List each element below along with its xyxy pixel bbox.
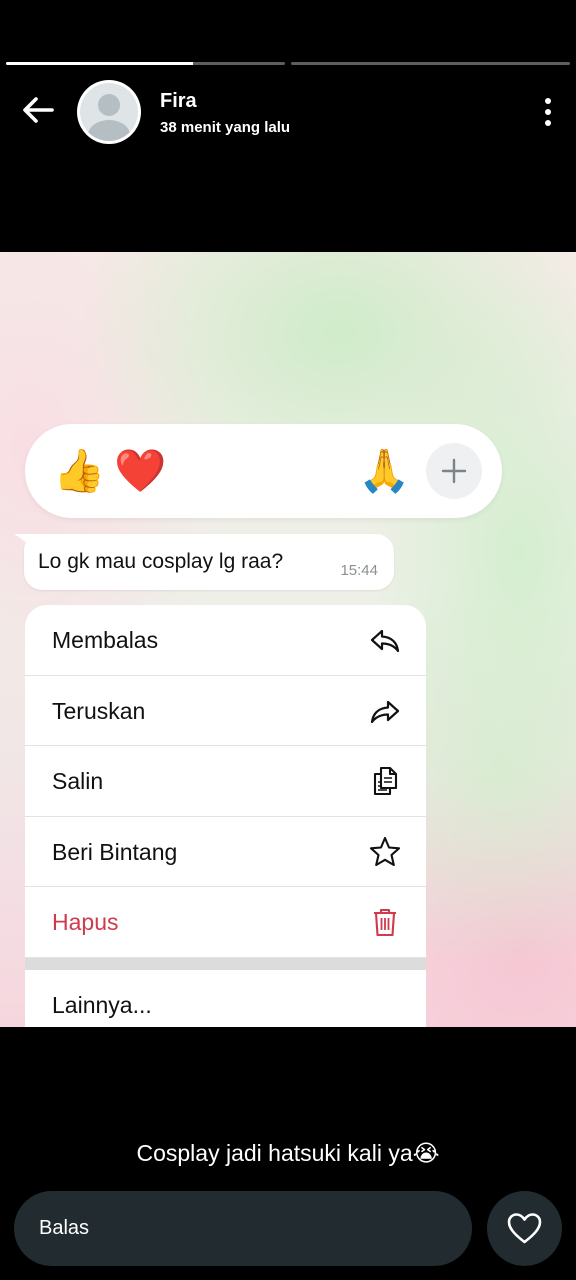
- story-progress: [6, 62, 570, 66]
- default-avatar-icon: [88, 94, 130, 141]
- story-timestamp: 38 menit yang lalu: [160, 119, 291, 136]
- progress-segment-2: [291, 62, 570, 65]
- menu-item-delete[interactable]: Hapus: [25, 887, 426, 958]
- reply-icon: [370, 629, 400, 653]
- more-reactions-button[interactable]: [426, 443, 482, 499]
- kebab-menu-icon: [545, 98, 551, 126]
- menu-item-copy[interactable]: Salin: [25, 746, 426, 817]
- message-time: 15:44: [340, 562, 378, 579]
- menu-item-label: Hapus: [52, 909, 119, 935]
- trash-icon: [374, 908, 396, 937]
- progress-segment-1: [6, 62, 285, 65]
- like-button[interactable]: [487, 1191, 562, 1266]
- message-text: Lo gk mau cosplay lg raa?: [38, 550, 284, 573]
- menu-item-label: Membalas: [52, 627, 159, 653]
- reply-placeholder: Balas: [39, 1217, 90, 1239]
- menu-item-reply[interactable]: Membalas: [25, 605, 426, 676]
- reaction-red-heart[interactable]: ❤️: [110, 441, 171, 501]
- contact-name[interactable]: Fira: [160, 90, 197, 113]
- progress-fill-1: [6, 62, 193, 65]
- copy-icon: [373, 766, 398, 796]
- reply-input[interactable]: Balas: [14, 1191, 472, 1266]
- forward-icon: [370, 700, 400, 723]
- menu-item-label: Beri Bintang: [52, 838, 178, 865]
- reaction-crying[interactable]: 😢: [293, 441, 354, 501]
- star-icon: [369, 836, 401, 866]
- menu-item-more[interactable]: Lainnya...: [25, 970, 426, 1028]
- message-bubble[interactable]: Lo gk mau cosplay lg raa? 15:44: [24, 534, 394, 590]
- reaction-tears-of-joy[interactable]: 😂: [171, 441, 232, 501]
- more-options-button[interactable]: [542, 96, 554, 128]
- menu-item-forward[interactable]: Teruskan: [25, 676, 426, 746]
- menu-item-label: Salin: [52, 768, 104, 794]
- menu-separator: [25, 957, 426, 970]
- story-caption: Cosplay jadi hatsuki kali ya😭: [136, 1140, 440, 1166]
- reaction-thumbs-up[interactable]: 👍: [49, 441, 110, 501]
- story-header: Fira 38 menit yang lalu: [0, 78, 576, 146]
- reaction-surprised[interactable]: 😮: [232, 441, 293, 501]
- back-button[interactable]: [18, 90, 58, 130]
- menu-item-star[interactable]: Beri Bintang: [25, 817, 426, 887]
- plus-icon: [441, 458, 467, 484]
- menu-item-label: Lainnya...: [52, 991, 152, 1018]
- heart-icon: [507, 1213, 542, 1244]
- context-menu: Membalas Teruskan Salin Beri Bintang Hap…: [25, 605, 426, 1027]
- avatar[interactable]: [77, 80, 141, 144]
- arrow-left-icon: [23, 97, 54, 123]
- story-screenshot: 👍 ❤️ 😂 😮 😢 🙏 Lo gk mau cosplay lg raa? 1…: [0, 252, 576, 1027]
- reaction-folded-hands[interactable]: 🙏: [354, 441, 415, 501]
- reaction-bar: 👍 ❤️ 😂 😮 😢 🙏: [25, 424, 502, 518]
- menu-item-label: Teruskan: [52, 697, 146, 724]
